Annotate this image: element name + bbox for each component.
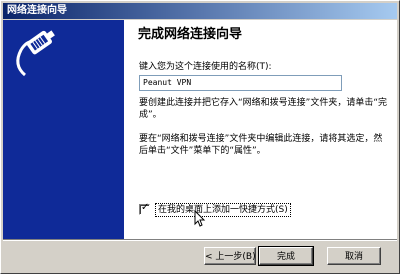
wizard-side-panel: [3, 20, 124, 239]
network-plug-icon: [16, 30, 55, 77]
desktop-shortcut-label[interactable]: 在我的桌面上添加一快捷方式(S): [155, 203, 291, 217]
wizard-content-panel: 完成网络连接向导 键入您为这个连接使用的名称(T): 要创建此连接并把它存入“网…: [124, 20, 397, 239]
connection-name-label: 键入您为这个连接使用的名称(T):: [139, 62, 272, 72]
wizard-heading: 完成网络连接向导: [138, 27, 243, 42]
connection-name-input[interactable]: [139, 75, 342, 91]
check-mark-icon: ✓: [141, 202, 150, 213]
finish-button[interactable]: 完成: [258, 246, 314, 266]
cancel-button[interactable]: 取消: [327, 247, 381, 265]
desktop-shortcut-checkbox[interactable]: ✓: [139, 202, 150, 215]
title-bar[interactable]: 网络连接向导: [3, 3, 397, 19]
window-title: 网络连接向导: [7, 5, 67, 16]
wizard-window: 网络连接向导 完成网络连接向导 键入您为这个连接使用的名称(T): 要创建此连接…: [0, 0, 400, 274]
button-separator: [3, 239, 397, 241]
finish-info-text: 要创建此连接并把它存入“网络和拨号连接”文件夹，请单击“完成”。: [139, 98, 387, 120]
mouse-pointer-icon: [194, 210, 206, 227]
back-button[interactable]: < 上一步(B): [204, 247, 256, 265]
edit-info-text: 要在“网络和拨号连接”文件夹中编辑此连接，请将其选定，然后单击“文件”菜单下的“…: [139, 134, 383, 156]
